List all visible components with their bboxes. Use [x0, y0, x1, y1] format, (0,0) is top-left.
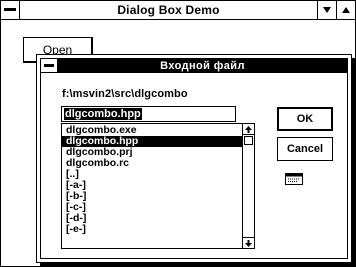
file-icon: [285, 173, 303, 185]
file-list-items: dlgcombo.exe dlgcombo.hpp dlgcombo.prj dlgc…: [62, 125, 242, 235]
file-dialog: Входной файл f:\msvin2\src\dlgcombo dlgc…: [36, 54, 352, 263]
file-list-item[interactable]: dlgcombo.rc: [62, 158, 242, 169]
scroll-up-button[interactable]: [243, 124, 254, 135]
minimize-button[interactable]: [317, 1, 336, 19]
dialog-title: Входной файл: [160, 60, 245, 72]
filename-value: dlgcombo.hpp: [64, 108, 142, 120]
file-list-item[interactable]: [..]: [62, 169, 242, 180]
filename-input[interactable]: dlgcombo.hpp: [61, 106, 236, 122]
dialog-frame: Входной файл f:\msvin2\src\dlgcombo dlgc…: [40, 58, 348, 259]
minimize-arrow-icon: [323, 7, 331, 13]
scroll-thumb[interactable]: [244, 136, 253, 145]
main-titlebar[interactable]: Dialog Box Demo: [1, 1, 355, 20]
system-menu-icon[interactable]: [1, 1, 20, 19]
file-list-item[interactable]: [-d-]: [62, 213, 242, 224]
cancel-button[interactable]: Cancel: [277, 137, 333, 161]
file-list-scrollbar[interactable]: [242, 124, 254, 248]
directory-path: f:\msvin2\src\dlgcombo: [62, 88, 188, 100]
file-list[interactable]: dlgcombo.exe dlgcombo.hpp dlgcombo.prj dlgc…: [61, 123, 255, 249]
scroll-up-arrow-icon: [245, 126, 252, 133]
file-list-item[interactable]: [-b-]: [62, 191, 242, 202]
dialog-titlebar[interactable]: Входной файл: [41, 59, 347, 73]
maximize-arrow-icon: [342, 7, 350, 13]
file-list-item[interactable]: [-a-]: [62, 180, 242, 191]
file-list-item[interactable]: [-e-]: [62, 224, 242, 235]
dialog-system-menu-icon[interactable]: [41, 59, 58, 73]
maximize-button[interactable]: [336, 1, 355, 19]
scroll-down-arrow-icon: [245, 240, 252, 247]
file-list-item[interactable]: [-c-]: [62, 202, 242, 213]
scroll-down-button[interactable]: [243, 237, 254, 248]
ok-button[interactable]: OK: [277, 107, 333, 131]
window-title: Dialog Box Demo: [117, 3, 220, 17]
